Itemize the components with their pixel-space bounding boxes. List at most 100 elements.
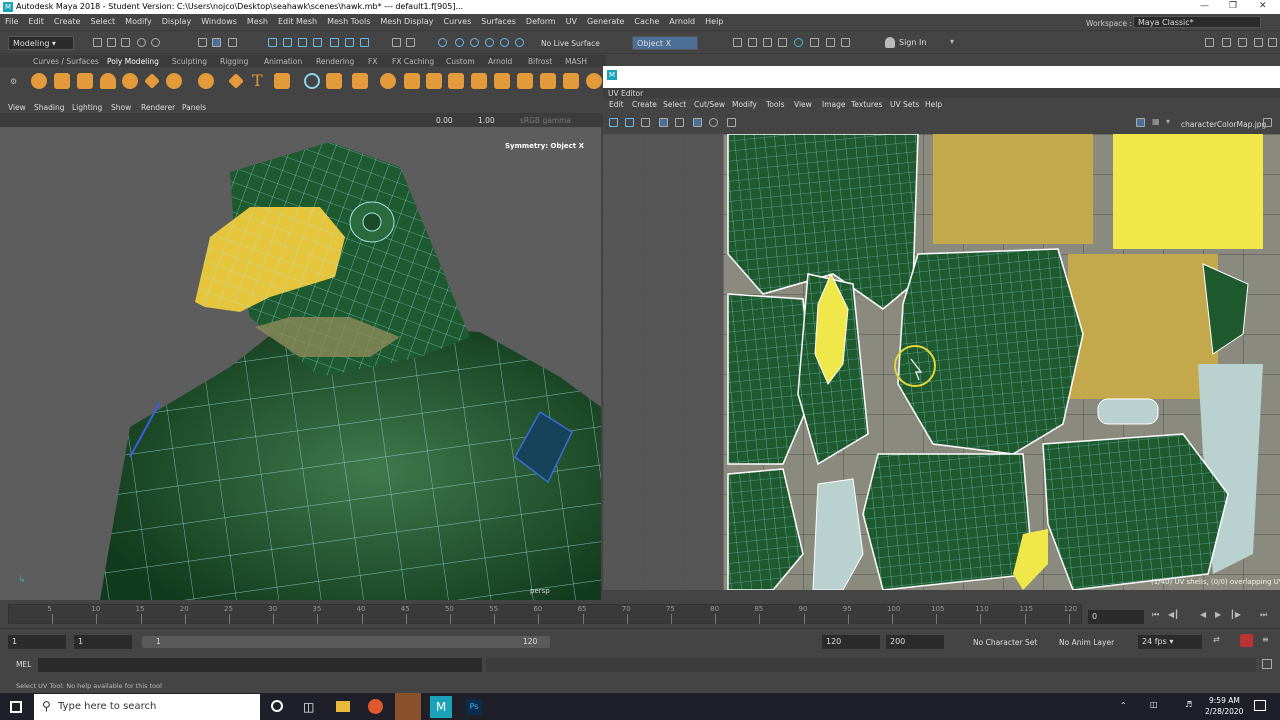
viewport-menu-lighting[interactable]: Lighting xyxy=(72,103,102,112)
snap-grid-icon[interactable] xyxy=(330,38,339,47)
tray-chevron-icon[interactable]: ⌃ xyxy=(1120,701,1127,710)
open-scene-icon[interactable] xyxy=(107,38,116,47)
shelf-tab-2[interactable]: Sculpting xyxy=(172,57,207,66)
windows-start-icon[interactable] xyxy=(10,701,22,713)
poly-cube-icon[interactable] xyxy=(54,73,70,89)
smooth-icon[interactable] xyxy=(352,73,368,89)
shelf-tab-11[interactable]: MASH xyxy=(565,57,587,66)
step-forward-icon[interactable]: ┃▶ xyxy=(1230,610,1241,619)
new-scene-icon[interactable] xyxy=(93,38,102,47)
uv-checker-icon[interactable] xyxy=(659,118,668,127)
auto-key-icon[interactable] xyxy=(1240,634,1253,647)
end-frame-field[interactable]: 200 xyxy=(886,635,944,649)
uv-shaded-icon[interactable] xyxy=(693,118,702,127)
cortana-icon[interactable] xyxy=(271,700,283,712)
taskbar-search[interactable]: ⚲ Type here to search xyxy=(34,694,260,720)
stop-render-icon[interactable] xyxy=(841,38,850,47)
exposure-field[interactable]: 0.00 xyxy=(436,116,453,125)
shelf-tab-5[interactable]: Rendering xyxy=(316,57,354,66)
select-object-icon[interactable] xyxy=(212,38,221,47)
live-surface-label[interactable]: No Live Surface xyxy=(541,39,600,48)
fill-hole-icon[interactable] xyxy=(540,73,556,89)
viewport-menu-shading[interactable]: Shading xyxy=(34,103,64,112)
mel-label[interactable]: MEL xyxy=(16,660,31,669)
poly-plane-icon[interactable] xyxy=(144,73,160,89)
mode-dropdown[interactable]: Modeling ▾ xyxy=(8,36,74,50)
character-set-label[interactable]: No Character Set xyxy=(973,638,1037,647)
poly-sphere-icon[interactable] xyxy=(31,73,47,89)
range-end-field[interactable]: 120 xyxy=(822,635,880,649)
menu-mesh-tools[interactable]: Mesh Tools xyxy=(322,14,375,26)
shelf-tab-8[interactable]: Custom xyxy=(446,57,475,66)
poly-torus-icon[interactable] xyxy=(122,73,138,89)
anim-prefs-icon[interactable]: ≡ xyxy=(1262,635,1269,644)
menu-display[interactable]: Display xyxy=(157,14,197,26)
append-icon[interactable] xyxy=(517,73,533,89)
svg-tool-icon[interactable] xyxy=(274,73,290,89)
select-component-icon[interactable] xyxy=(228,38,237,47)
menu-surfaces[interactable]: Surfaces xyxy=(476,14,521,26)
task-view-icon[interactable]: ◫ xyxy=(303,700,314,714)
pause-render-icon[interactable] xyxy=(826,38,835,47)
current-frame-field[interactable]: 0 xyxy=(1088,610,1144,624)
perspective-viewport[interactable]: ↳ Symmetry: Object X persp xyxy=(0,127,601,600)
menu-mesh[interactable]: Mesh xyxy=(242,14,273,26)
shelf-tab-3[interactable]: Rigging xyxy=(220,57,248,66)
uv-menu-select[interactable]: Select xyxy=(663,100,686,109)
minimize-icon[interactable]: — xyxy=(1200,1,1209,11)
magnet-icon[interactable] xyxy=(406,38,415,47)
time-slider[interactable]: 5 10 15 20 25 30 35 40 45 50 55 60 65 70 75 80 85 90 95 100… xyxy=(0,600,1280,628)
edge-mask-icon[interactable] xyxy=(283,38,292,47)
sign-in-chevron-icon[interactable]: ▾ xyxy=(950,37,954,46)
poly-disc-icon[interactable] xyxy=(166,73,182,89)
multi-cut-icon[interactable] xyxy=(586,73,602,89)
bevel-icon[interactable] xyxy=(494,73,510,89)
combine-icon[interactable] xyxy=(304,73,320,89)
color-space-label[interactable]: sRGB gamma xyxy=(520,116,571,125)
notifications-icon[interactable] xyxy=(1254,700,1266,711)
viewport-menu-panels[interactable]: Panels xyxy=(182,103,206,112)
go-end-icon[interactable]: ⏭ xyxy=(1260,610,1267,620)
play-forward-icon[interactable]: ▶ xyxy=(1215,610,1221,619)
maya-taskbar-icon[interactable]: M xyxy=(430,696,452,718)
ipr-icon[interactable] xyxy=(470,38,479,47)
render-settings-icon[interactable] xyxy=(485,38,494,47)
clock-date[interactable]: 2/28/2020 xyxy=(1205,707,1243,716)
shelf-tab-9[interactable]: Arnold xyxy=(488,57,512,66)
uv-menu-modify[interactable]: Modify xyxy=(732,100,757,109)
mel-input[interactable] xyxy=(38,658,482,672)
menu-create[interactable]: Create xyxy=(49,14,86,26)
menu-edit-mesh[interactable]: Edit Mesh xyxy=(273,14,322,26)
bridge-icon[interactable] xyxy=(448,73,464,89)
render-frame-icon[interactable] xyxy=(748,38,757,47)
uv-snap-icon[interactable] xyxy=(641,118,650,127)
uv-grid-toggle-icon[interactable]: ▦ xyxy=(1152,117,1160,126)
uv-menu-cutsew[interactable]: Cut/Sew xyxy=(694,100,725,109)
make-hole-icon[interactable] xyxy=(563,73,579,89)
boolean-icon[interactable] xyxy=(380,73,396,89)
uv-display-image-icon[interactable] xyxy=(1136,118,1145,127)
anim-layer-label[interactable]: No Anim Layer xyxy=(1059,638,1114,647)
shelf-gear-icon[interactable]: ⚙ xyxy=(10,77,17,86)
viewport-menu-renderer[interactable]: Renderer xyxy=(141,103,175,112)
hawk-eye[interactable] xyxy=(362,212,382,232)
start-frame-field[interactable]: 1 xyxy=(8,635,66,649)
type-tool-icon[interactable]: T xyxy=(252,71,263,90)
poly-cone-icon[interactable] xyxy=(100,73,116,89)
photoshop-icon[interactable]: Ps xyxy=(466,699,482,715)
attribute-editor-icon[interactable] xyxy=(1222,38,1231,47)
menu-modify[interactable]: Modify xyxy=(120,14,157,26)
menu-deform[interactable]: Deform xyxy=(521,14,561,26)
history-icon[interactable] xyxy=(438,38,447,47)
shelf-tab-4[interactable]: Animation xyxy=(264,57,302,66)
close-icon[interactable]: ✕ xyxy=(1259,1,1267,11)
uv-menu-image[interactable]: Image xyxy=(822,100,846,109)
play-render-icon[interactable] xyxy=(810,38,819,47)
obs-icon[interactable] xyxy=(395,693,421,720)
uv-mask-icon[interactable] xyxy=(313,38,322,47)
shelf-tab-7[interactable]: FX Caching xyxy=(392,57,434,66)
modeling-toolkit-icon[interactable] xyxy=(1205,38,1214,47)
channel-box-icon[interactable] xyxy=(1254,38,1263,47)
uv-menu-uvsets[interactable]: UV Sets xyxy=(890,100,919,109)
shelf-tab-6[interactable]: FX xyxy=(368,57,377,66)
